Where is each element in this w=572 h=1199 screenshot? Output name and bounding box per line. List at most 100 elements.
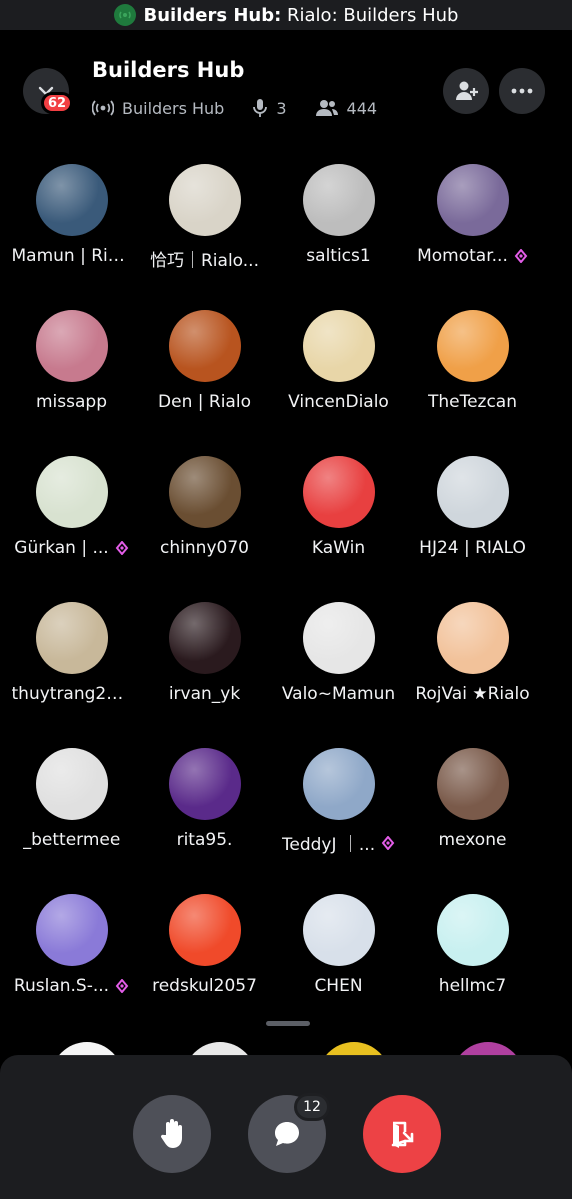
drawer-handle[interactable] bbox=[266, 1021, 310, 1026]
avatar[interactable] bbox=[303, 310, 375, 382]
participant-name: _bettermee bbox=[0, 830, 143, 850]
avatar[interactable] bbox=[437, 894, 509, 966]
avatar[interactable] bbox=[184, 1042, 256, 1056]
avatar[interactable] bbox=[303, 894, 375, 966]
participant-tile[interactable]: VincenDialo bbox=[267, 310, 410, 450]
participant-name: CHEN bbox=[267, 976, 410, 996]
participant-name: redskul2057 bbox=[133, 976, 276, 996]
leave-icon bbox=[391, 1121, 414, 1148]
speaker-count: 3 bbox=[276, 98, 287, 118]
participant-tile[interactable]: hellmc7 bbox=[401, 894, 544, 1034]
participant-tile[interactable]: irvan_yk bbox=[133, 602, 276, 742]
participant-name: TeddyJ ｜... bbox=[267, 830, 410, 855]
avatar[interactable] bbox=[169, 456, 241, 528]
participant-name-text: TheTezcan bbox=[427, 392, 518, 412]
raise-hand-icon bbox=[160, 1119, 182, 1148]
participant-tile[interactable]: Den | Rialo bbox=[133, 310, 276, 450]
participant-name: chinny070 bbox=[133, 538, 276, 558]
stage-header: 62 Builders Hub Builders Hub 3 444 bbox=[0, 56, 572, 132]
add-user-icon bbox=[456, 81, 478, 100]
participant-tile[interactable]: _bettermee bbox=[0, 748, 143, 888]
participant-name: rita95. bbox=[133, 830, 276, 850]
avatar[interactable] bbox=[36, 894, 108, 966]
participant-name-text: TeddyJ ｜... bbox=[281, 835, 376, 855]
avatar[interactable] bbox=[437, 456, 509, 528]
avatar[interactable] bbox=[303, 602, 375, 674]
participant-name: missapp bbox=[0, 392, 143, 412]
avatar[interactable] bbox=[437, 310, 509, 382]
nitro-gem-icon bbox=[115, 541, 129, 555]
avatar[interactable] bbox=[303, 164, 375, 236]
avatar[interactable] bbox=[36, 164, 108, 236]
participant-name-text: hellmc7 bbox=[438, 976, 507, 996]
participant-name: VincenDialo bbox=[267, 392, 410, 412]
avatar[interactable] bbox=[437, 748, 509, 820]
avatar[interactable] bbox=[437, 602, 509, 674]
participant-tile[interactable]: Valo~Mamun bbox=[267, 602, 410, 742]
avatar[interactable] bbox=[51, 1042, 123, 1056]
participant-name-text: redskul2057 bbox=[152, 976, 257, 996]
chat-icon bbox=[275, 1122, 299, 1146]
participant-tile[interactable]: saltics1 bbox=[267, 164, 410, 304]
invite-button[interactable] bbox=[443, 68, 489, 114]
participant-tile[interactable]: thuytrang27... bbox=[0, 602, 143, 742]
avatar[interactable] bbox=[303, 748, 375, 820]
avatar[interactable] bbox=[36, 748, 108, 820]
participant-name: Den | Rialo bbox=[133, 392, 276, 412]
participant-name-text: thuytrang27... bbox=[11, 684, 132, 704]
participant-tile[interactable]: Gürkan | ... bbox=[0, 456, 143, 596]
participant-tile[interactable]: mexone bbox=[401, 748, 544, 888]
avatar[interactable] bbox=[169, 310, 241, 382]
participant-tile[interactable]: missapp bbox=[0, 310, 143, 450]
avatar[interactable] bbox=[452, 1042, 524, 1056]
participant-name: Ruslan.S-... bbox=[0, 976, 143, 996]
raise-hand-button[interactable] bbox=[133, 1095, 211, 1173]
participant-tile[interactable]: CHEN bbox=[267, 894, 410, 1034]
participant-name-text: saltics1 bbox=[306, 246, 371, 266]
participant-tile[interactable]: KaWin bbox=[267, 456, 410, 596]
participant-tile[interactable]: rita95. bbox=[133, 748, 276, 888]
participant-tile[interactable]: TheTezcan bbox=[401, 310, 544, 450]
nitro-gem-icon bbox=[514, 249, 528, 263]
participant-name: thuytrang27... bbox=[0, 684, 143, 704]
participant-tile[interactable]: Mamun | Rialo bbox=[0, 164, 143, 304]
participant-tile[interactable]: redskul2057 bbox=[133, 894, 276, 1034]
participant-tile[interactable]: RojVai ★Rialo bbox=[401, 602, 544, 742]
stage-topbar: Builders Hub: Rialo: Builders Hub bbox=[0, 0, 572, 30]
participant-tile[interactable]: HJ24 | RIALO bbox=[401, 456, 544, 596]
participant-name: hellmc7 bbox=[401, 976, 544, 996]
participant-name: TheTezcan bbox=[401, 392, 544, 412]
leave-button[interactable] bbox=[363, 1095, 441, 1173]
avatar[interactable] bbox=[36, 456, 108, 528]
participant-tile[interactable]: Momotar... bbox=[401, 164, 544, 304]
participant-name-text: Gürkan | ... bbox=[14, 538, 109, 558]
stage-live-icon bbox=[113, 4, 136, 26]
participant-tile[interactable]: 恰巧｜Rialo... bbox=[133, 164, 276, 304]
participant-tile[interactable]: TeddyJ ｜... bbox=[267, 748, 410, 888]
avatar[interactable] bbox=[318, 1042, 390, 1056]
avatar[interactable] bbox=[169, 748, 241, 820]
participant-name: mexone bbox=[401, 830, 544, 850]
participant-name-text: Den | Rialo bbox=[158, 392, 251, 412]
avatar[interactable] bbox=[437, 164, 509, 236]
avatar[interactable] bbox=[303, 456, 375, 528]
participant-tile[interactable]: chinny070 bbox=[133, 456, 276, 596]
nitro-gem-icon bbox=[381, 835, 395, 850]
control-tray bbox=[0, 1055, 572, 1199]
nitro-gem-icon bbox=[115, 979, 129, 993]
participant-name-text: Ruslan.S-... bbox=[13, 976, 110, 996]
participant-name: KaWin bbox=[267, 538, 410, 558]
avatar[interactable] bbox=[169, 894, 241, 966]
avatar[interactable] bbox=[36, 602, 108, 674]
stage-icon bbox=[92, 100, 114, 116]
participant-name: Valo~Mamun bbox=[267, 684, 410, 704]
avatar[interactable] bbox=[36, 310, 108, 382]
avatar[interactable] bbox=[169, 602, 241, 674]
more-options-button[interactable] bbox=[499, 68, 545, 114]
participant-tile[interactable]: Ruslan.S-... bbox=[0, 894, 143, 1034]
avatar[interactable] bbox=[169, 164, 241, 236]
participant-name: Mamun | Rialo bbox=[0, 246, 143, 266]
participant-name: saltics1 bbox=[267, 246, 410, 266]
participant-name-text: 恰巧｜Rialo... bbox=[150, 251, 259, 271]
participant-name-text: irvan_yk bbox=[168, 684, 241, 704]
